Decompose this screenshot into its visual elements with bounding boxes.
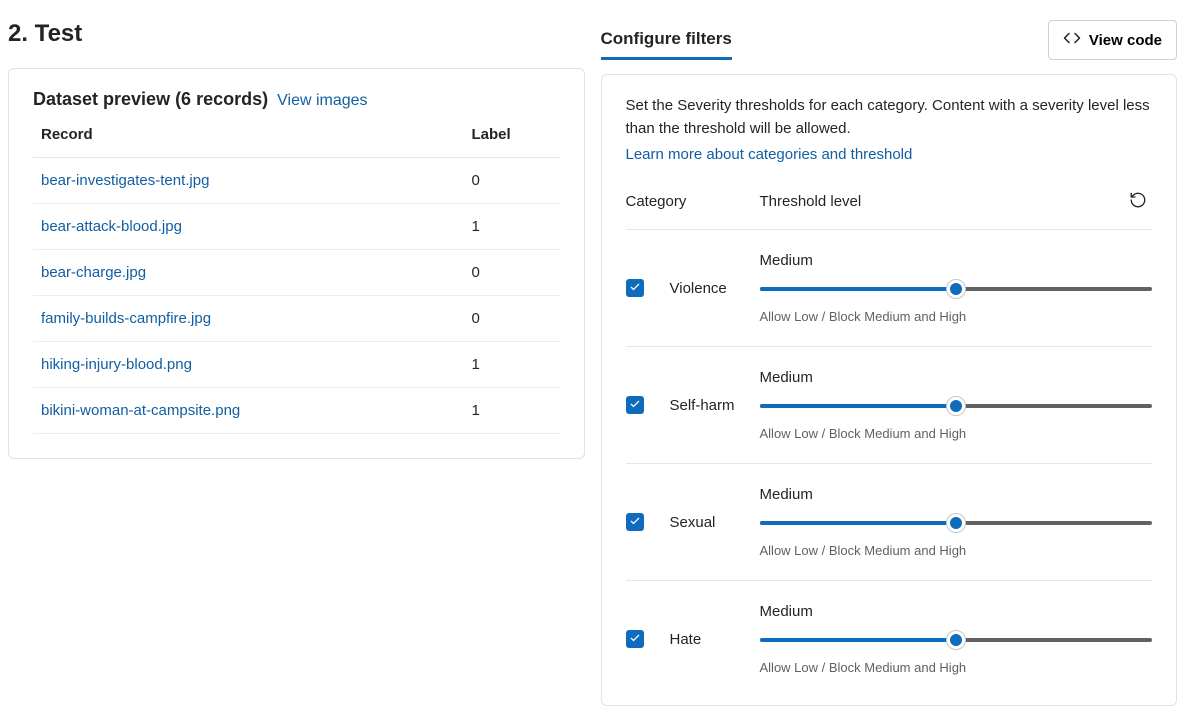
reset-icon: [1129, 191, 1147, 212]
check-icon: [629, 397, 641, 413]
threshold-hint: Allow Low / Block Medium and High: [760, 660, 1153, 675]
table-row: bear-investigates-tent.jpg0: [33, 158, 560, 204]
threshold-slider[interactable]: [760, 513, 1153, 533]
threshold-level-label: Medium: [760, 486, 1153, 503]
column-label: Label: [472, 126, 552, 143]
record-label: 0: [472, 264, 552, 281]
filters-description: Set the Severity thresholds for each cat…: [626, 95, 1153, 140]
view-code-label: View code: [1089, 32, 1162, 49]
column-record: Record: [41, 126, 472, 143]
table-row: hiking-injury-blood.png1: [33, 342, 560, 388]
filter-row: SexualMedium Allow Low / Block Medium and…: [626, 464, 1153, 581]
view-images-link[interactable]: View images: [277, 92, 367, 109]
reset-button[interactable]: [1124, 187, 1152, 215]
threshold-slider[interactable]: [760, 630, 1153, 650]
threshold-hint: Allow Low / Block Medium and High: [760, 543, 1153, 558]
learn-more-link[interactable]: Learn more about categories and threshol…: [626, 146, 913, 163]
record-label: 1: [472, 218, 552, 235]
filter-row: HateMedium Allow Low / Block Medium and H…: [626, 581, 1153, 681]
record-link[interactable]: family-builds-campfire.jpg: [41, 310, 472, 327]
record-link[interactable]: bear-attack-blood.jpg: [41, 218, 472, 235]
filter-name: Violence: [670, 280, 760, 297]
filter-row: ViolenceMedium Allow Low / Block Medium a…: [626, 230, 1153, 347]
record-label: 0: [472, 172, 552, 189]
table-row: family-builds-campfire.jpg0: [33, 296, 560, 342]
slider-thumb[interactable]: [946, 396, 966, 416]
filter-checkbox[interactable]: [626, 396, 644, 414]
header-category: Category: [626, 193, 760, 210]
record-link[interactable]: bear-charge.jpg: [41, 264, 472, 281]
section-title: 2. Test: [8, 20, 585, 48]
dataset-title: Dataset preview (6 records): [33, 89, 268, 109]
record-link[interactable]: bear-investigates-tent.jpg: [41, 172, 472, 189]
slider-thumb[interactable]: [946, 279, 966, 299]
slider-fill: [760, 404, 956, 408]
table-row: bear-attack-blood.jpg1: [33, 204, 560, 250]
header-threshold: Threshold level: [760, 193, 1125, 210]
filter-checkbox[interactable]: [626, 630, 644, 648]
threshold-slider[interactable]: [760, 396, 1153, 416]
filter-name: Hate: [670, 631, 760, 648]
record-label: 1: [472, 356, 552, 373]
table-row: bikini-woman-at-campsite.png1: [33, 388, 560, 434]
filter-checkbox[interactable]: [626, 279, 644, 297]
filter-checkbox[interactable]: [626, 513, 644, 531]
table-row: bear-charge.jpg0: [33, 250, 560, 296]
table-header: Record Label: [33, 120, 560, 158]
threshold-slider[interactable]: [760, 279, 1153, 299]
threshold-level-label: Medium: [760, 252, 1153, 269]
slider-fill: [760, 287, 956, 291]
record-link[interactable]: bikini-woman-at-campsite.png: [41, 402, 472, 419]
slider-fill: [760, 638, 956, 642]
check-icon: [629, 631, 641, 647]
record-label: 0: [472, 310, 552, 327]
filter-name: Self-harm: [670, 397, 760, 414]
threshold-level-label: Medium: [760, 369, 1153, 386]
record-link[interactable]: hiking-injury-blood.png: [41, 356, 472, 373]
check-icon: [629, 514, 641, 530]
slider-thumb[interactable]: [946, 630, 966, 650]
filter-name: Sexual: [670, 514, 760, 531]
dataset-card: Dataset preview (6 records) View images …: [8, 68, 585, 459]
code-icon: [1063, 29, 1081, 51]
threshold-level-label: Medium: [760, 603, 1153, 620]
threshold-hint: Allow Low / Block Medium and High: [760, 426, 1153, 441]
slider-fill: [760, 521, 956, 525]
threshold-hint: Allow Low / Block Medium and High: [760, 309, 1153, 324]
slider-thumb[interactable]: [946, 513, 966, 533]
check-icon: [629, 280, 641, 296]
filter-row: Self-harmMedium Allow Low / Block Medium …: [626, 347, 1153, 464]
record-label: 1: [472, 402, 552, 419]
filters-card: Set the Severity thresholds for each cat…: [601, 74, 1178, 706]
view-code-button[interactable]: View code: [1048, 20, 1177, 60]
tab-configure-filters[interactable]: Configure filters: [601, 21, 732, 60]
